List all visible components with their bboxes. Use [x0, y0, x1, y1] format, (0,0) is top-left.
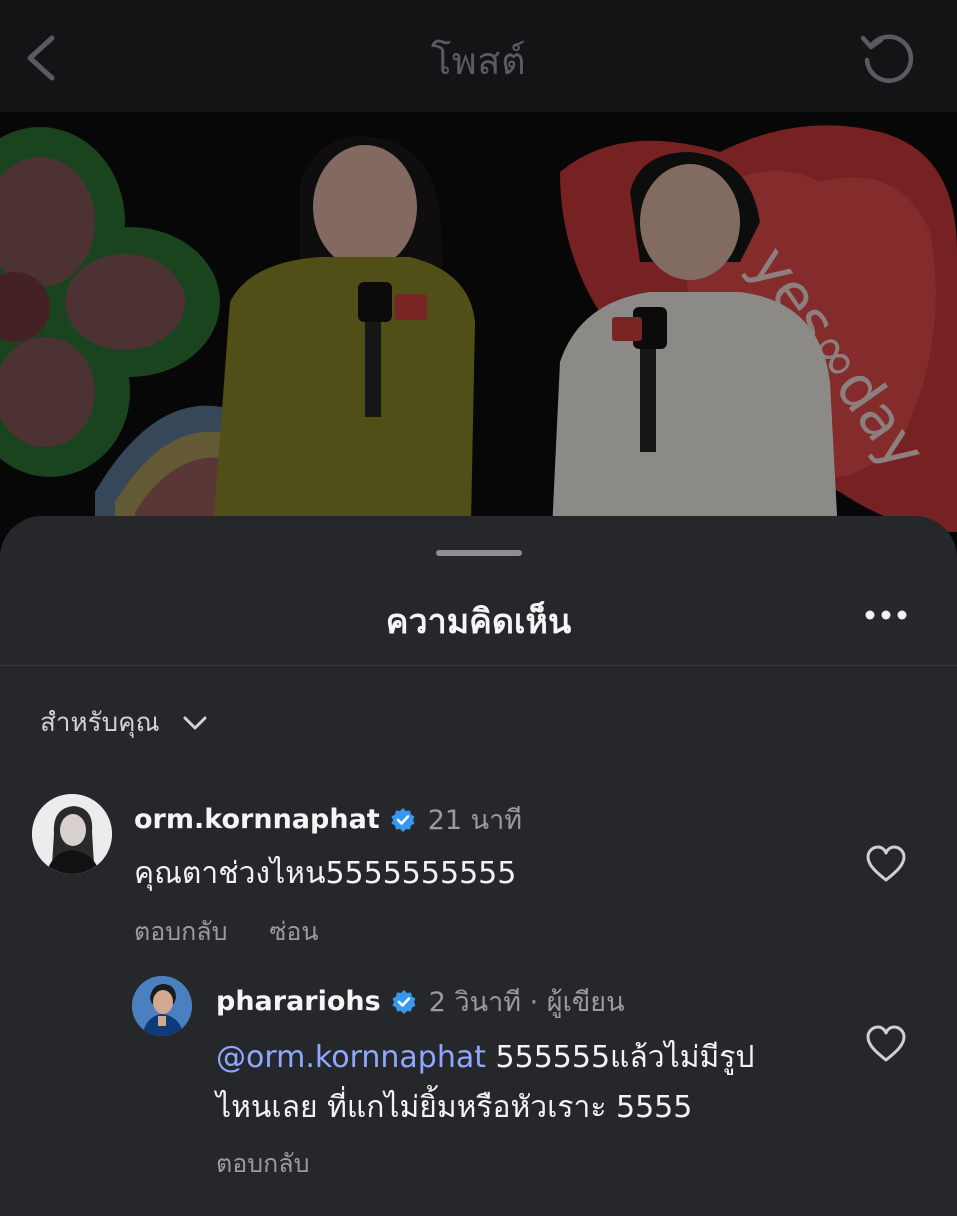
refresh-icon[interactable]	[859, 28, 917, 86]
reply-text: 555555แล้วไม่มีรูป	[486, 1040, 755, 1075]
reply-button[interactable]: ตอบกลับ	[134, 912, 227, 952]
reply-username[interactable]: pharariohs	[216, 986, 381, 1017]
page-title: โพสต์	[430, 39, 527, 83]
avatar[interactable]	[32, 794, 112, 874]
comment-text: คุณตาช่วงไหน5555555555	[134, 856, 517, 891]
comments-sheet: ความคิดเห็น สำหรับคุณ orm.kornnaphat 21 …	[0, 516, 957, 1216]
reply-text-line1: @orm.kornnaphat 555555แล้วไม่มีรูป	[216, 1034, 754, 1081]
comments-title: ความคิดเห็น	[385, 602, 572, 642]
chevron-down-icon	[183, 716, 207, 729]
avatar[interactable]	[132, 976, 192, 1036]
reply-button[interactable]: ตอบกลับ	[216, 1144, 309, 1184]
comment-username[interactable]: orm.kornnaphat	[134, 804, 380, 835]
avatar-image	[132, 976, 192, 1036]
comment-timestamp: 21 นาที	[427, 805, 523, 836]
verified-badge-icon	[392, 989, 416, 1014]
sheet-drag-handle[interactable]	[436, 550, 522, 556]
comment-filter-dropdown[interactable]: สำหรับคุณ	[40, 702, 208, 743]
post-image[interactable]: yes∞day	[0, 112, 957, 572]
like-heart-icon[interactable]	[864, 844, 908, 884]
reply-item: pharariohs 2 วินาที · ผู้เขียน @orm.korn…	[0, 970, 957, 1200]
hide-button[interactable]: ซ่อน	[269, 912, 318, 952]
filter-label: สำหรับคุณ	[40, 708, 160, 738]
divider	[0, 665, 957, 666]
reply-timestamp-author: 2 วินาที · ผู้เขียน	[428, 987, 625, 1018]
avatar-image	[32, 794, 112, 874]
top-navigation-bar: โพสต์	[0, 0, 957, 112]
mention-link[interactable]: @orm.kornnaphat	[216, 1040, 486, 1075]
reply-text-line2: ไหนเลย ที่แกไม่ยิ้มหรือหัวเราะ 5555	[216, 1090, 693, 1125]
post-photo-illustration: yes∞day	[0, 112, 957, 572]
more-horizontal-icon[interactable]	[863, 608, 909, 622]
comment-item: orm.kornnaphat 21 นาที คุณตาช่วงไหน55555…	[0, 786, 957, 956]
like-heart-icon[interactable]	[864, 1024, 908, 1064]
verified-badge-icon	[391, 807, 415, 832]
